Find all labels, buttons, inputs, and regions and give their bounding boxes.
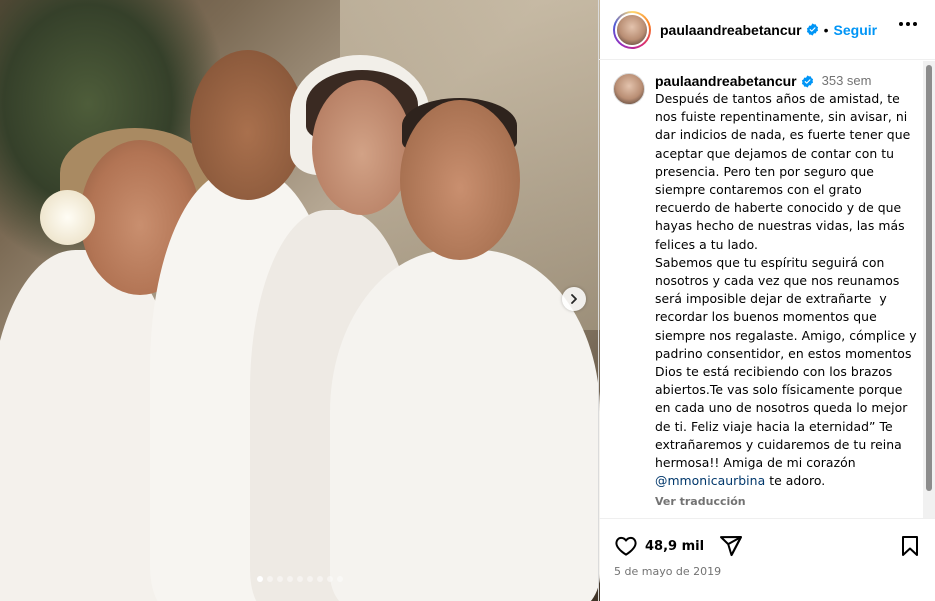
- carousel-dot: [267, 576, 273, 582]
- carousel-dot: [337, 576, 343, 582]
- carousel-dot: [307, 576, 313, 582]
- post-photo[interactable]: [0, 0, 600, 601]
- hair-flower: [40, 190, 95, 245]
- verified-badge-icon: [801, 74, 814, 88]
- header-username[interactable]: paulaandreabetancur: [660, 22, 802, 38]
- more-options-icon[interactable]: [899, 22, 917, 26]
- caption-text: Después de tantos años de amistad, te no…: [655, 90, 920, 490]
- see-translation-link[interactable]: Ver traducción: [655, 495, 920, 508]
- person-3-head: [312, 80, 412, 215]
- caption-body: paulaandreabetancur 353 sem Después de t…: [655, 73, 920, 508]
- carousel-dot: [287, 576, 293, 582]
- caption-username[interactable]: paulaandreabetancur: [655, 73, 797, 89]
- actions-divider: [599, 518, 935, 519]
- carousel-indicator: [0, 576, 600, 582]
- carousel-dot: [297, 576, 303, 582]
- person-4-head: [400, 100, 520, 260]
- scrollbar-thumb[interactable]: [926, 65, 932, 491]
- follow-button[interactable]: Seguir: [834, 22, 878, 38]
- caption-text-main: Después de tantos años de amistad, te no…: [655, 91, 917, 471]
- carousel-dot: [277, 576, 283, 582]
- scrollbar[interactable]: [923, 61, 935, 518]
- caption-timestamp[interactable]: 353 sem: [822, 73, 872, 89]
- caption-panel[interactable]: paulaandreabetancur 353 sem Después de t…: [599, 61, 923, 518]
- caption-text-end: te adoro.: [765, 473, 826, 489]
- post-header: paulaandreabetancur • Seguir: [599, 0, 935, 60]
- carousel-dot: [257, 576, 263, 582]
- caption-header: paulaandreabetancur 353 sem: [655, 73, 920, 89]
- person-2-head: [190, 50, 305, 200]
- action-bar: 48,9 mil: [613, 532, 923, 560]
- share-icon[interactable]: [718, 533, 744, 559]
- carousel-next-button[interactable]: [562, 287, 586, 311]
- avatar[interactable]: [613, 10, 651, 49]
- bookmark-icon[interactable]: [897, 533, 923, 559]
- verified-badge-icon: [806, 23, 819, 36]
- caption-row: paulaandreabetancur 353 sem Después de t…: [613, 73, 923, 508]
- avatar-image: [613, 73, 645, 105]
- carousel-dot: [327, 576, 333, 582]
- post-date[interactable]: 5 de mayo de 2019: [614, 565, 721, 578]
- mention-link[interactable]: @mmonicaurbina: [655, 473, 765, 488]
- caption-avatar[interactable]: [613, 73, 645, 105]
- avatar-image: [615, 12, 649, 47]
- bullet-separator: •: [823, 21, 829, 38]
- heart-icon[interactable]: [613, 533, 639, 559]
- carousel-dot: [317, 576, 323, 582]
- person-4-body: [330, 250, 600, 601]
- likes-count[interactable]: 48,9 mil: [645, 539, 704, 554]
- chevron-right-icon: [571, 294, 577, 304]
